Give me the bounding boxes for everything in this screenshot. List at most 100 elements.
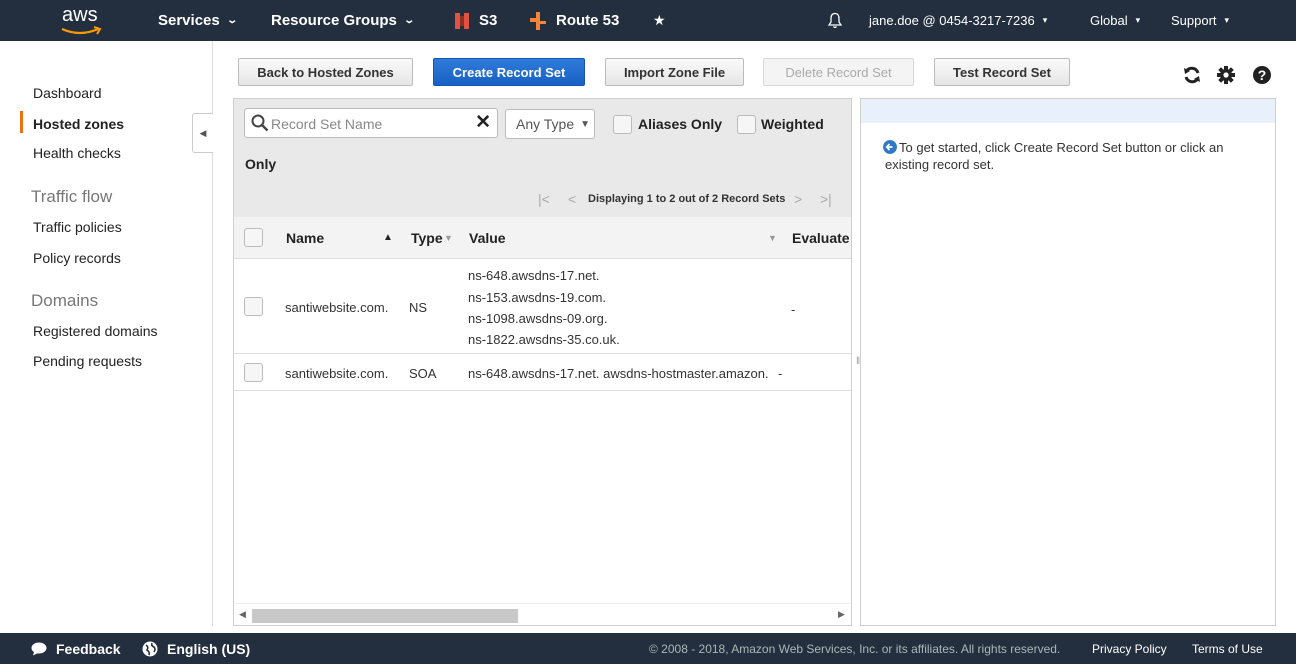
services-menu[interactable]: Services ⌄ xyxy=(158,0,238,41)
test-record-set-button[interactable]: Test Record Set xyxy=(934,58,1070,86)
aliases-only-label: Aliases Only xyxy=(638,116,723,132)
route53-icon xyxy=(530,11,546,30)
record-name: santiwebsite.com. xyxy=(285,366,389,381)
route53-shortcut[interactable]: Route 53 xyxy=(529,0,619,41)
support-label: Support xyxy=(1171,13,1217,28)
row-checkbox[interactable] xyxy=(244,297,263,316)
record-name: santiwebsite.com. xyxy=(285,300,389,315)
last-page-icon[interactable]: >| xyxy=(820,191,832,207)
sidebar-item-hosted-zones[interactable]: Hosted zones xyxy=(33,116,124,132)
privacy-policy-link[interactable]: Privacy Policy xyxy=(1092,633,1167,664)
record-set-search[interactable]: Record Set Name ✕ xyxy=(244,108,498,138)
sidebar-item-registered-domains[interactable]: Registered domains xyxy=(33,323,158,339)
resource-groups-menu[interactable]: Resource Groups ⌄ xyxy=(271,0,415,41)
sort-icon[interactable]: ▼ xyxy=(768,233,777,243)
copyright-text: © 2008 - 2018, Amazon Web Services, Inc.… xyxy=(649,641,1061,656)
previous-page-icon[interactable]: < xyxy=(568,191,576,207)
record-type-select[interactable]: Any Type ▼ xyxy=(505,109,595,139)
record-value-line: ns-153.awsdns-19.com. xyxy=(468,290,607,305)
region-label: Global xyxy=(1090,13,1128,28)
caret-down-icon: ▾ xyxy=(1135,15,1141,25)
clear-search-icon[interactable]: ✕ xyxy=(475,111,491,134)
sort-icon[interactable]: ▼ xyxy=(444,233,453,243)
next-page-icon[interactable]: > xyxy=(794,191,802,207)
globe-icon xyxy=(142,641,158,656)
gear-icon[interactable] xyxy=(1215,64,1237,86)
account-menu[interactable]: jane.doe @ 0454-3217-7236 ▾ xyxy=(869,0,1047,41)
language-selector[interactable]: English (US) xyxy=(142,633,250,664)
record-value-line: ns-1822.awsdns-35.co.uk. xyxy=(468,332,620,347)
record-sets-panel: Record Set Name ✕ Any Type ▼ Aliases Onl… xyxy=(233,98,852,626)
search-icon xyxy=(251,114,269,132)
column-header-value[interactable]: Value xyxy=(469,230,506,246)
sidebar-heading-traffic-flow: Traffic flow xyxy=(31,187,113,206)
record-value-line: ns-648.awsdns-17.net. xyxy=(468,268,600,283)
search-placeholder: Record Set Name xyxy=(271,116,383,132)
record-type: SOA xyxy=(409,366,437,381)
support-menu[interactable]: Support ▾ xyxy=(1171,0,1229,41)
active-indicator xyxy=(20,111,23,133)
details-header-band xyxy=(861,99,1275,123)
account-label: jane.doe @ 0454-3217-7236 xyxy=(869,13,1035,28)
resource-groups-label: Resource Groups xyxy=(271,12,397,29)
help-icon[interactable]: ? xyxy=(1251,64,1273,86)
column-header-name[interactable]: Name xyxy=(286,230,324,246)
column-header-type[interactable]: Type xyxy=(411,230,443,246)
import-zone-file-button[interactable]: Import Zone File xyxy=(605,58,744,86)
back-to-hosted-zones-button[interactable]: Back to Hosted Zones xyxy=(238,58,413,86)
sidebar-item-dashboard[interactable]: Dashboard xyxy=(33,85,102,101)
feedback-label: Feedback xyxy=(56,640,121,657)
feedback-link[interactable]: Feedback xyxy=(31,633,121,664)
table-row[interactable]: santiwebsite.com. SOA ns-648.awsdns-17.n… xyxy=(234,354,851,391)
sort-ascending-icon[interactable]: ▲ xyxy=(383,232,393,243)
top-navigation: aws Services ⌄ Resource Groups ⌄ S3 Rout… xyxy=(0,0,1296,41)
chevron-down-icon: ⌄ xyxy=(226,15,238,26)
table-row[interactable]: santiwebsite.com. NS ns-648.awsdns-17.ne… xyxy=(234,259,851,354)
weighted-checkbox[interactable] xyxy=(737,115,756,134)
terms-of-use-link[interactable]: Terms of Use xyxy=(1192,633,1263,664)
route53-label: Route 53 xyxy=(556,12,620,29)
collapse-sidebar-button[interactable]: ◀ xyxy=(192,113,213,153)
row-checkbox[interactable] xyxy=(244,363,263,382)
sidebar-item-health-checks[interactable]: Health checks xyxy=(33,145,121,161)
select-all-checkbox[interactable] xyxy=(244,228,263,247)
record-value-line: ns-648.awsdns-17.net. awsdns-hostmaster.… xyxy=(468,366,769,381)
bell-icon[interactable] xyxy=(828,0,842,41)
aws-logo[interactable]: aws xyxy=(58,4,108,36)
scroll-left-icon[interactable]: ◀ xyxy=(239,609,246,620)
delete-record-set-button[interactable]: Delete Record Set xyxy=(763,58,914,86)
chevron-down-icon: ⌄ xyxy=(403,15,415,26)
table-header: Name ▲ Type ▼ Value ▼ Evaluate xyxy=(234,217,851,259)
scroll-right-icon[interactable]: ▶ xyxy=(838,609,845,620)
refresh-icon[interactable] xyxy=(1181,64,1203,86)
footer: Feedback English (US) © 2008 - 2018, Ama… xyxy=(0,633,1296,664)
weighted-only-label: Only xyxy=(245,156,277,172)
filter-bar: Record Set Name ✕ Any Type ▼ Aliases Onl… xyxy=(234,99,851,217)
region-menu[interactable]: Global ▾ xyxy=(1090,0,1140,41)
aws-logo-text: aws xyxy=(62,4,98,26)
sidebar-item-pending-requests[interactable]: Pending requests xyxy=(33,353,142,369)
svg-text:?: ? xyxy=(1258,67,1267,83)
speech-bubble-icon xyxy=(31,642,47,655)
s3-label: S3 xyxy=(479,12,498,29)
create-record-set-button[interactable]: Create Record Set xyxy=(433,58,585,86)
caret-down-icon: ▼ xyxy=(580,118,591,130)
horizontal-scrollbar[interactable]: ◀ ▶ xyxy=(234,603,851,625)
services-label: Services xyxy=(158,12,220,29)
s3-shortcut[interactable]: S3 xyxy=(454,0,497,41)
caret-down-icon: ▾ xyxy=(1224,15,1230,25)
s3-icon xyxy=(455,12,469,29)
weighted-label: Weighted xyxy=(761,116,824,132)
column-header-evaluate[interactable]: Evaluate xyxy=(792,230,850,246)
caret-down-icon: ▾ xyxy=(1042,15,1048,25)
getting-started-message: To get started, click Create Record Set … xyxy=(885,140,1224,172)
record-details-panel: To get started, click Create Record Set … xyxy=(860,98,1276,626)
scrollbar-thumb[interactable] xyxy=(252,609,518,623)
aliases-only-checkbox[interactable] xyxy=(613,115,632,134)
caret-left-icon: ◀ xyxy=(199,127,207,138)
first-page-icon[interactable]: |< xyxy=(538,191,550,207)
sidebar-item-traffic-policies[interactable]: Traffic policies xyxy=(33,219,122,235)
sidebar-item-policy-records[interactable]: Policy records xyxy=(33,250,121,266)
pin-icon[interactable]: ★ xyxy=(653,0,666,41)
record-evaluate: - xyxy=(791,302,796,317)
